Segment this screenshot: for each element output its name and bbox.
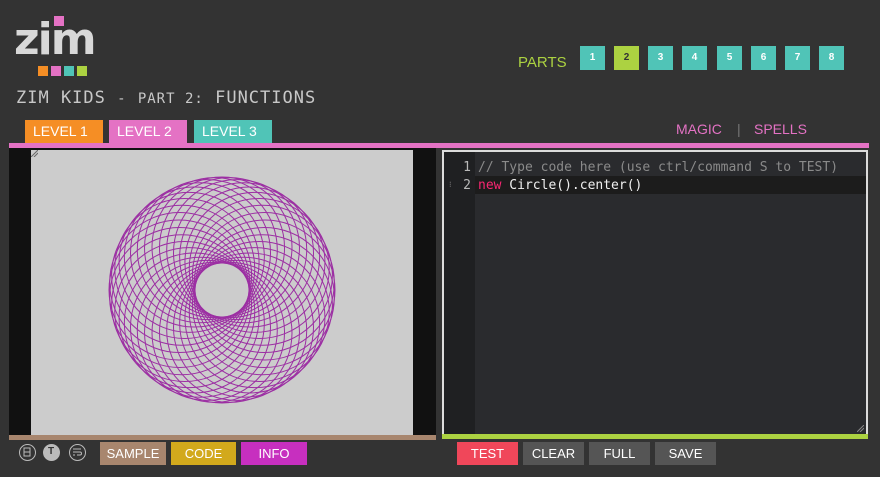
title-topic: FUNCTIONS: [215, 88, 317, 108]
stage-panel: [9, 148, 436, 435]
spells-link[interactable]: SPELLS: [754, 121, 807, 137]
editor-bottom-bar: [442, 434, 868, 439]
title-dash: -: [117, 91, 127, 107]
magic-link[interactable]: MAGIC: [676, 121, 722, 137]
code-button[interactable]: CODE: [171, 442, 236, 465]
parts-label: PARTS: [518, 54, 567, 71]
logo-square-teal: [64, 66, 74, 76]
info-button[interactable]: INFO: [241, 442, 307, 465]
code-circle-center: Circle().center(): [501, 178, 643, 193]
part-button-6[interactable]: 6: [751, 46, 776, 70]
sample-button[interactable]: SAMPLE: [100, 442, 166, 465]
code-comment-line[interactable]: // Type code here (use ctrl/command S to…: [478, 160, 838, 175]
part-button-8[interactable]: 8: [819, 46, 844, 70]
spirograph-ring: [108, 176, 336, 404]
part-button-2[interactable]: 2: [614, 46, 639, 70]
link-separator: |: [737, 121, 741, 137]
logo-square-orange: [38, 66, 48, 76]
line-number-2: 2: [463, 178, 471, 193]
clear-button[interactable]: CLEAR: [523, 442, 584, 465]
part-button-1[interactable]: 1: [580, 46, 605, 70]
layout-icon[interactable]: [19, 444, 36, 461]
title-main: ZIM KIDS: [16, 88, 106, 108]
text-size-letter: T: [47, 446, 55, 457]
fold-marker-icon: ⁝: [449, 180, 452, 189]
tab-level-1[interactable]: LEVEL 1: [25, 120, 103, 143]
stage-resize-handle[interactable]: [31, 150, 38, 157]
part-button-7[interactable]: 7: [785, 46, 810, 70]
stage-bottom-bar: [9, 435, 436, 440]
test-button[interactable]: TEST: [457, 442, 518, 465]
editor-gutter: 1 ⁝ 2: [444, 152, 475, 434]
part-button-3[interactable]: 3: [648, 46, 673, 70]
logo-square-pink: [51, 66, 61, 76]
editor-resize-handle[interactable]: [857, 425, 864, 432]
tab-level-3[interactable]: LEVEL 3: [194, 120, 272, 143]
code-editor[interactable]: 1 ⁝ 2 // Type code here (use ctrl/comman…: [442, 150, 868, 436]
line-number-1: 1: [463, 160, 471, 175]
title-part: PART 2:: [137, 91, 204, 107]
save-button[interactable]: SAVE: [655, 442, 716, 465]
code-keyword-new: new: [478, 178, 502, 193]
page-title: ZIM KIDS - PART 2: FUNCTIONS: [16, 88, 316, 108]
zim-logo[interactable]: zim: [14, 14, 110, 76]
text-size-icon[interactable]: T: [43, 444, 60, 461]
logo-square-green: [77, 66, 87, 76]
tab-level-2[interactable]: LEVEL 2: [109, 120, 187, 143]
wrap-icon[interactable]: [69, 444, 86, 461]
full-button[interactable]: FULL: [589, 442, 650, 465]
part-button-5[interactable]: 5: [717, 46, 742, 70]
code-line-2[interactable]: new Circle().center(): [478, 178, 642, 193]
logo-dot: [54, 16, 64, 26]
part-button-4[interactable]: 4: [682, 46, 707, 70]
stage-canvas[interactable]: [31, 150, 413, 435]
